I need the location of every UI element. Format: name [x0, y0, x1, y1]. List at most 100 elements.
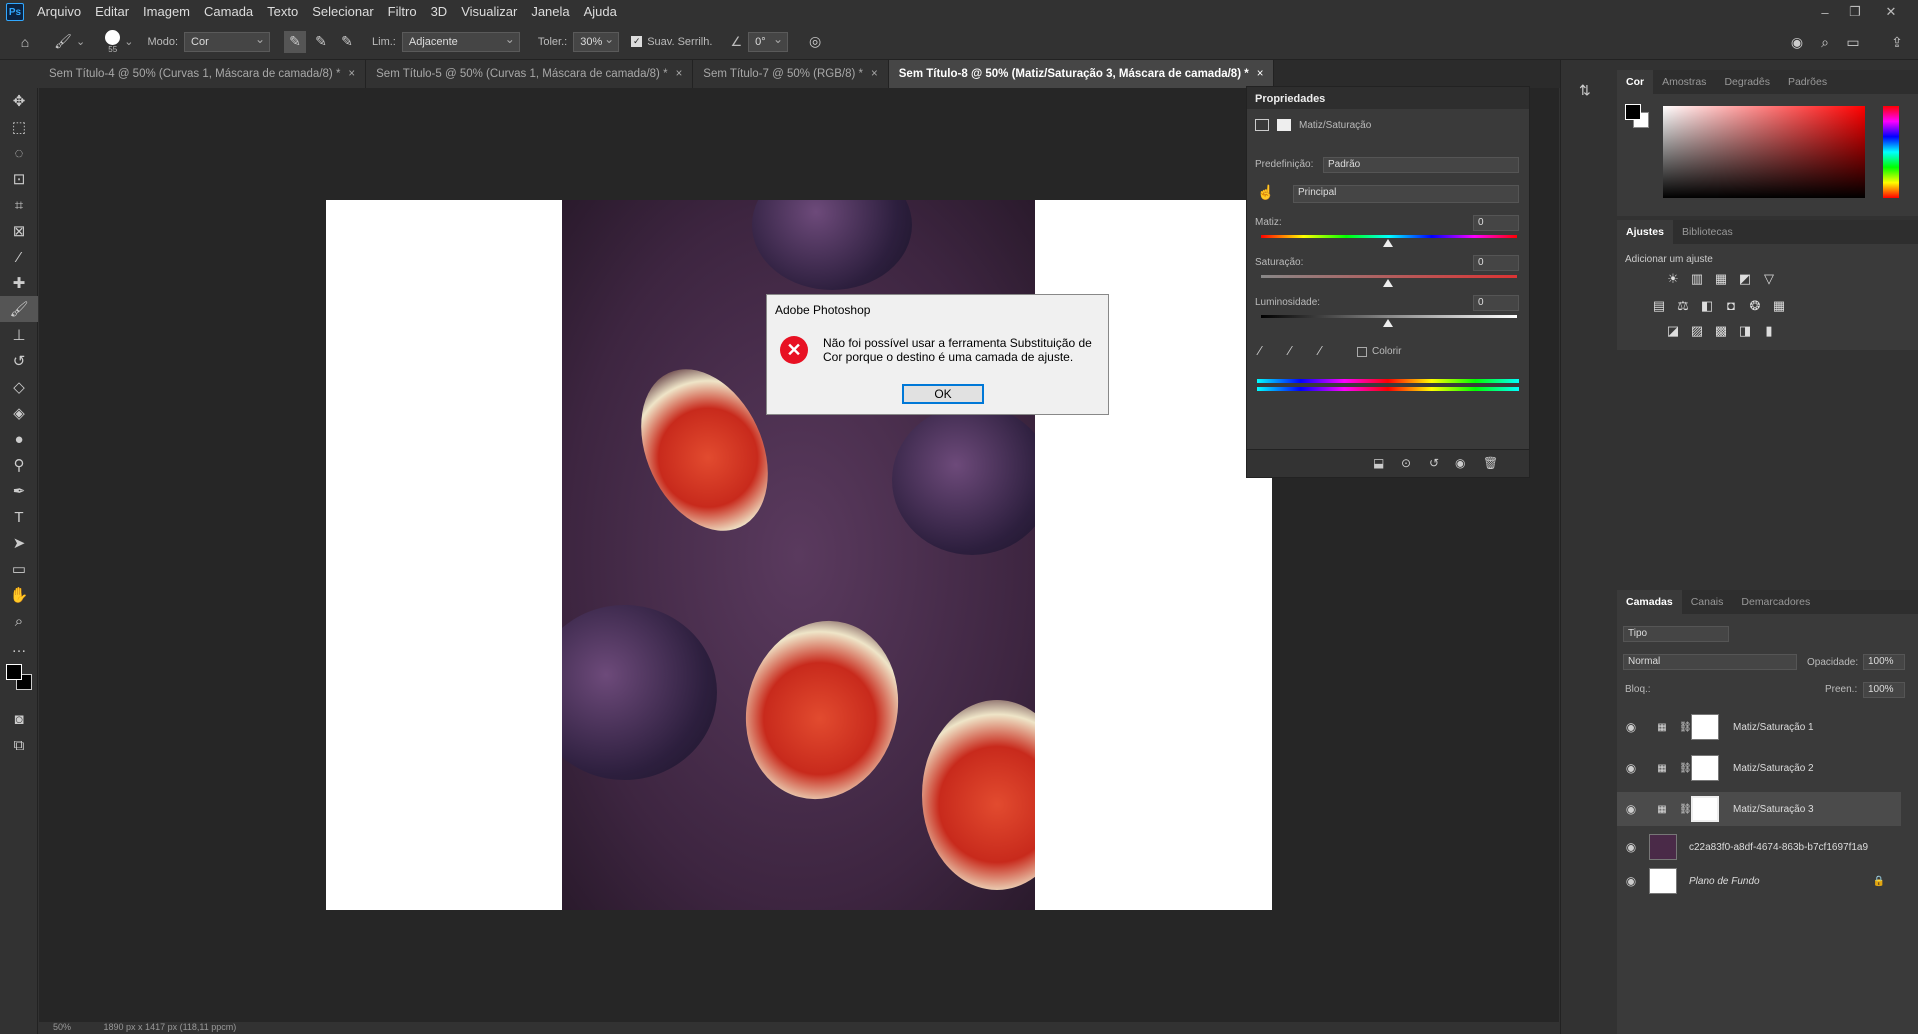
targeted-adjust-hand-icon[interactable]: ☝: [1257, 184, 1274, 201]
saturation-input[interactable]: 0: [1473, 255, 1519, 271]
layer-filter-select[interactable]: Tipo: [1623, 626, 1729, 642]
layer-row-selected[interactable]: ◉ ▦ ⛓ Matiz/Saturação 3: [1617, 792, 1901, 826]
blur-tool-icon[interactable]: ●: [0, 426, 38, 452]
eye-icon[interactable]: ◉: [1617, 874, 1645, 888]
black-white-icon[interactable]: ◧: [1698, 297, 1716, 315]
type-tool-icon[interactable]: T: [0, 504, 38, 530]
menu-selecionar[interactable]: Selecionar: [305, 0, 380, 24]
levels-icon[interactable]: ▥: [1688, 270, 1706, 288]
workspace-icon[interactable]: ▭: [1842, 31, 1864, 53]
color-swatches[interactable]: [0, 660, 37, 706]
marquee-tool-icon[interactable]: ⬚: [0, 114, 38, 140]
menu-visualizar[interactable]: Visualizar: [454, 0, 524, 24]
exposure-icon[interactable]: ◩: [1736, 270, 1754, 288]
eyedropper-add-icon[interactable]: ⁄: [1289, 343, 1291, 358]
tab-camadas[interactable]: Camadas: [1617, 590, 1682, 614]
threshold-icon[interactable]: ▩: [1712, 322, 1730, 340]
sampling-background-icon[interactable]: ✎: [336, 31, 358, 53]
hue-slider-track[interactable]: [1261, 235, 1517, 238]
lightness-slider-thumb[interactable]: [1383, 319, 1393, 327]
brush-chevron-icon[interactable]: ⌄: [124, 35, 133, 48]
stamp-tool-icon[interactable]: ⊥: [0, 322, 38, 348]
selective-color-icon[interactable]: ◨: [1736, 322, 1754, 340]
color-replacement-tool-button[interactable]: 🖌: [0, 296, 38, 322]
posterize-icon[interactable]: ▨: [1688, 322, 1706, 340]
paint-bucket-tool-icon[interactable]: ◈: [0, 400, 38, 426]
screen-mode-icon[interactable]: ⧉: [0, 732, 38, 758]
mode-select[interactable]: Cor: [184, 30, 271, 52]
menu-camada[interactable]: Camada: [197, 0, 260, 24]
channel-select[interactable]: Principal: [1293, 185, 1519, 203]
mask-icon[interactable]: [1277, 119, 1291, 131]
tool-preset-chevron-icon[interactable]: ⌄: [76, 35, 85, 48]
tab-padroes[interactable]: Padrões: [1779, 70, 1836, 94]
more-tools-icon[interactable]: …: [0, 634, 38, 660]
fill-input[interactable]: 100%: [1863, 682, 1905, 698]
menu-texto[interactable]: Texto: [260, 0, 305, 24]
home-icon[interactable]: ⌂: [14, 31, 36, 53]
color-field[interactable]: [1663, 106, 1865, 198]
menu-filtro[interactable]: Filtro: [381, 0, 424, 24]
minimize-icon[interactable]: –: [1810, 0, 1840, 24]
close-icon[interactable]: ✕: [1876, 0, 1906, 24]
path-selection-tool-icon[interactable]: ➤: [0, 530, 38, 556]
colorize-checkbox[interactable]: [1357, 347, 1367, 357]
doc-tab-4[interactable]: Sem Título-8 @ 50% (Matiz/Saturação 3, M…: [888, 60, 1275, 88]
link-icon[interactable]: ⛓: [1679, 763, 1692, 774]
reset-icon[interactable]: ↺: [1429, 456, 1439, 470]
layer-row[interactable]: ◉ ▦ ⛓ Matiz/Saturação 2: [1617, 751, 1901, 785]
layer-row[interactable]: ◉ Plano de Fundo 🔒: [1617, 864, 1901, 898]
close-tab-icon[interactable]: ×: [348, 68, 355, 80]
move-tool-icon[interactable]: ✥: [0, 88, 38, 114]
layer-row[interactable]: ◉ ▦ ⛓ Matiz/Saturação 1: [1617, 710, 1901, 744]
pressure-size-icon[interactable]: ◎: [804, 31, 826, 53]
photo-filter-icon[interactable]: ◘: [1722, 296, 1740, 314]
eraser-tool-icon[interactable]: ◇: [0, 374, 38, 400]
antialias-checkbox[interactable]: ✓: [631, 36, 643, 47]
crop-tool-icon[interactable]: ⌗: [0, 192, 38, 218]
menu-editar[interactable]: Editar: [88, 0, 136, 24]
tab-canais[interactable]: Canais: [1682, 590, 1733, 614]
invert-icon[interactable]: ◪: [1664, 322, 1682, 340]
tab-cor[interactable]: Cor: [1617, 70, 1654, 94]
menu-imagem[interactable]: Imagem: [136, 0, 197, 24]
menu-janela[interactable]: Janela: [524, 0, 576, 24]
object-selection-tool-icon[interactable]: ⊡: [0, 166, 38, 192]
eye-icon[interactable]: ◉: [1617, 761, 1645, 775]
menu-arquivo[interactable]: Arquivo: [30, 0, 88, 24]
history-brush-tool-icon[interactable]: ↺: [0, 348, 38, 374]
hue-strip[interactable]: [1883, 106, 1899, 198]
close-tab-icon[interactable]: ×: [1257, 68, 1264, 80]
hue-input[interactable]: 0: [1473, 215, 1519, 231]
tab-ajustes[interactable]: Ajustes: [1617, 220, 1673, 244]
eye-icon[interactable]: ◉: [1617, 802, 1645, 816]
saturation-slider-track[interactable]: [1261, 275, 1517, 278]
visibility-icon[interactable]: ◉: [1455, 456, 1465, 470]
image-layer-thumbnail[interactable]: [1649, 834, 1677, 860]
restore-icon[interactable]: ❐: [1840, 0, 1870, 24]
link-icon[interactable]: ⛓: [1679, 722, 1692, 733]
eye-icon[interactable]: ◉: [1617, 840, 1645, 854]
layer-mask-thumbnail[interactable]: [1691, 714, 1719, 740]
eyedropper-subtract-icon[interactable]: ⁄: [1319, 343, 1321, 358]
tab-demarcadores[interactable]: Demarcadores: [1732, 590, 1819, 614]
rectangle-tool-icon[interactable]: ▭: [0, 556, 38, 582]
hue-slider-thumb[interactable]: [1383, 239, 1393, 247]
opacity-input[interactable]: 100%: [1863, 654, 1905, 670]
lasso-tool-icon[interactable]: ◌: [0, 140, 38, 166]
limits-select[interactable]: Adjacente: [401, 30, 520, 52]
hue-saturation-icon[interactable]: ▤: [1650, 297, 1668, 315]
angle-input[interactable]: 0°: [748, 30, 789, 52]
brush-preset-picker[interactable]: 55: [105, 29, 121, 54]
delete-icon[interactable]: 🗑: [1483, 456, 1498, 470]
zoom-level[interactable]: 50%: [53, 1022, 71, 1032]
share-icon[interactable]: ⇪: [1886, 31, 1908, 53]
quick-mask-icon[interactable]: ◙: [0, 706, 38, 732]
ok-button[interactable]: OK: [902, 384, 984, 404]
tab-amostras[interactable]: Amostras: [1653, 70, 1715, 94]
foreground-color-swatch[interactable]: [6, 664, 22, 680]
zoom-tool-icon[interactable]: ⌕: [0, 608, 38, 634]
learn-icon[interactable]: ◉: [1786, 31, 1808, 53]
doc-tab-1[interactable]: Sem Título-4 @ 50% (Curvas 1, Máscara de…: [39, 60, 367, 88]
blend-mode-select[interactable]: Normal: [1623, 654, 1797, 670]
